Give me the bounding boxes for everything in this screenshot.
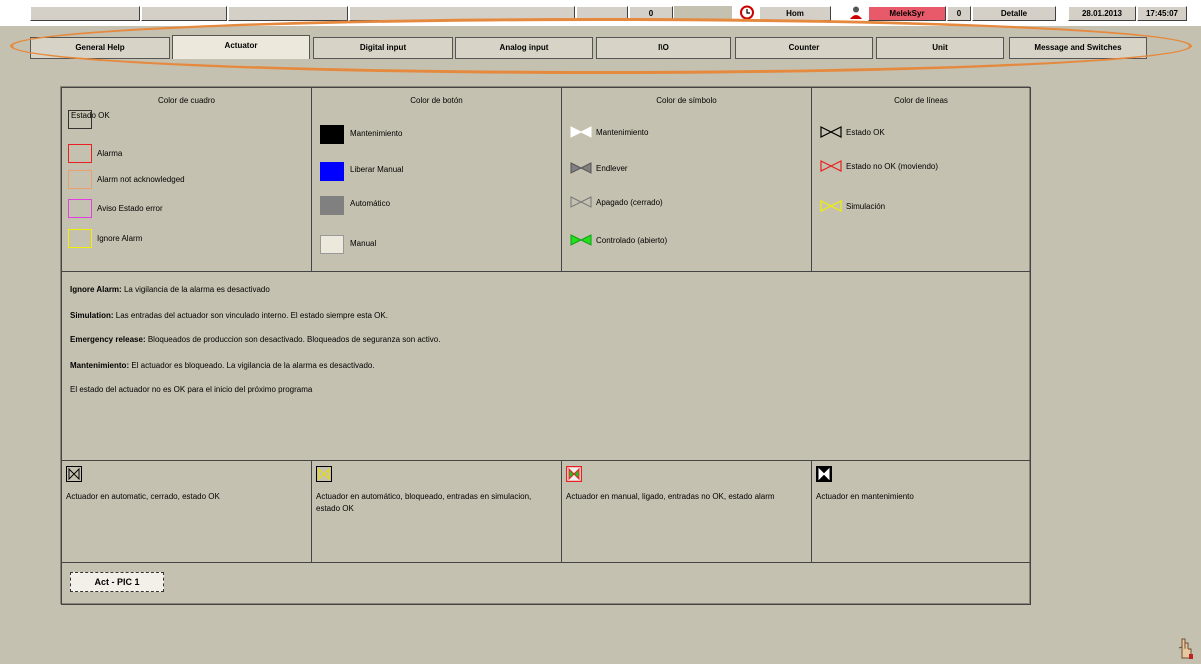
user-name[interactable]: MelekSyr: [868, 6, 946, 21]
frame-alarm-swatch: [68, 144, 92, 163]
lines-ok-label: Estado OK: [846, 128, 885, 137]
status-bar: 0 Hom MelekSyr 0 Detalle 28.01.2013 17:4…: [0, 0, 1201, 26]
button-color-section: Color de botón Mantenimiento Liberar Man…: [311, 87, 562, 272]
example-maintenance-label: Actuador en mantenimiento: [816, 492, 914, 501]
actuator-maintenance-icon[interactable]: [816, 466, 832, 482]
actuator-alarm-icon[interactable]: [566, 466, 582, 482]
hand-icon[interactable]: [1176, 638, 1194, 660]
frame-ignore-swatch: [68, 229, 92, 248]
symbol-endlever-label: Endlever: [596, 164, 628, 173]
note-text: La vigilancia de la alarma es desactivad…: [121, 285, 270, 294]
note-text: Las entradas del actuador son vinculado …: [113, 311, 388, 320]
notes-section: Ignore Alarm: La vigilancia de la alarma…: [61, 271, 1031, 461]
button-manual-label: Manual: [350, 239, 377, 248]
frame-alarm-label: Alarma: [97, 149, 123, 158]
example-maintenance: Actuador en mantenimiento: [811, 460, 1031, 563]
note-term: Simulation:: [70, 311, 114, 320]
user-count: 0: [947, 6, 971, 21]
time-display: 17:45:07: [1137, 6, 1187, 21]
frame-notack-label: Alarm not acknowledged: [97, 175, 185, 184]
valve-gray-icon: [570, 162, 592, 174]
valve-black-outline-icon: [820, 126, 842, 138]
actuator-simulation-icon[interactable]: [316, 466, 332, 482]
note-emergency-release: Emergency release: Bloqueados de producc…: [70, 335, 440, 344]
status-cell-5: [576, 6, 628, 21]
example-auto-ok: Actuador en automatic, cerrado, estado O…: [61, 460, 312, 563]
user-icon: [850, 6, 862, 19]
note-term: Mantenimiento:: [70, 361, 130, 370]
note-simulation: Simulation: Las entradas del actuador so…: [70, 311, 388, 320]
tab-unit[interactable]: Unit: [876, 37, 1004, 59]
status-cell-1: [30, 6, 140, 21]
date-display: 28.01.2013: [1068, 6, 1136, 21]
tab-digital-input[interactable]: Digital input: [313, 37, 453, 59]
tab-counter[interactable]: Counter: [735, 37, 873, 59]
symbol-off-label: Apagado (cerrado): [596, 198, 663, 207]
tab-io[interactable]: I\O: [596, 37, 731, 59]
button-manual-swatch: [320, 235, 344, 254]
button-manual-release-swatch: [320, 162, 344, 181]
button-manual-release-label: Liberar Manual: [350, 165, 404, 174]
frame-ignore-label: Ignore Alarm: [97, 234, 143, 243]
valve-white-icon: [570, 126, 592, 138]
note-text: El estado del actuador no es OK para el …: [70, 385, 313, 394]
frame-warning-swatch: [68, 199, 92, 218]
note-ignore-alarm: Ignore Alarm: La vigilancia de la alarma…: [70, 285, 270, 294]
example-auto-simulation: Actuador en automático, bloqueado, entra…: [311, 460, 562, 563]
lines-simulation-label: Simulación: [846, 202, 886, 211]
frame-color-title: Color de cuadro: [158, 96, 215, 105]
valve-yellow-outline-icon: [820, 200, 842, 212]
status-cell-2: [141, 6, 227, 21]
button-color-title: Color de botón: [410, 96, 463, 105]
actuator-help-panel: Color de cuadro Estado OK Alarma Alarm n…: [60, 86, 1031, 605]
actuator-auto-ok-icon[interactable]: [66, 466, 82, 482]
symbol-maintenance-label: Mantenimiento: [596, 128, 649, 137]
frame-color-section: Color de cuadro Estado OK Alarma Alarm n…: [61, 87, 312, 272]
button-automatic-label: Automático: [350, 199, 391, 208]
tab-analog-input[interactable]: Analog input: [455, 37, 593, 59]
lines-not-ok-label: Estado no OK (moviendo): [846, 162, 939, 171]
valve-red-outline-icon: [820, 160, 842, 172]
line-color-section: Color de líneas Estado OK Estado no OK (…: [811, 87, 1031, 272]
example-auto-simulation-label: Actuador en automático, bloqueado, entra…: [316, 492, 532, 513]
frame-warning-label: Aviso Estado error: [97, 204, 163, 213]
valve-closed-icon: [570, 196, 592, 208]
frame-notack-swatch: [68, 170, 92, 189]
button-maintenance-label: Mantenimiento: [350, 129, 403, 138]
details-button[interactable]: Detalle: [972, 6, 1056, 21]
symbol-color-section: Color de símbolo Mantenimiento Endlever …: [561, 87, 812, 272]
note-text: El actuador es bloqueado. La vigilancia …: [129, 361, 375, 370]
example-manual-alarm: Actuador en manual, ligado, entradas no …: [561, 460, 812, 563]
act-pic-button[interactable]: Act - PIC 1: [70, 572, 164, 592]
counter-display: 0: [629, 6, 673, 21]
symbol-color-title: Color de símbolo: [656, 96, 717, 105]
note-maintenance: Mantenimiento: El actuador es bloqueado.…: [70, 361, 375, 370]
example-manual-alarm-label: Actuador en manual, ligado, entradas no …: [566, 492, 775, 501]
status-cell-blank: [674, 6, 732, 21]
symbol-open-label: Controlado (abierto): [596, 236, 668, 245]
note-term: Ignore Alarm:: [70, 285, 122, 294]
note-text: Bloqueados de produccion son desactivado…: [145, 335, 441, 344]
status-cell-4: [349, 6, 575, 21]
footer-section: Act - PIC 1: [61, 562, 1031, 605]
status-cell-3: [228, 6, 348, 21]
clock-icon[interactable]: [739, 5, 755, 20]
tab-general-help[interactable]: General Help: [30, 37, 170, 59]
valve-green-icon: [570, 234, 592, 246]
example-auto-ok-label: Actuador en automatic, cerrado, estado O…: [66, 492, 220, 501]
note-not-ok-start: El estado del actuador no es OK para el …: [70, 385, 312, 394]
tab-message-switches[interactable]: Message and Switches: [1009, 37, 1147, 59]
button-automatic-swatch: [320, 196, 344, 215]
tab-actuator[interactable]: Actuator: [172, 35, 310, 59]
frame-ok-label: Estado OK: [71, 111, 110, 120]
note-term: Emergency release:: [70, 335, 146, 344]
home-button[interactable]: Hom: [759, 6, 831, 21]
button-maintenance-swatch: [320, 125, 344, 144]
line-color-title: Color de líneas: [894, 96, 948, 105]
